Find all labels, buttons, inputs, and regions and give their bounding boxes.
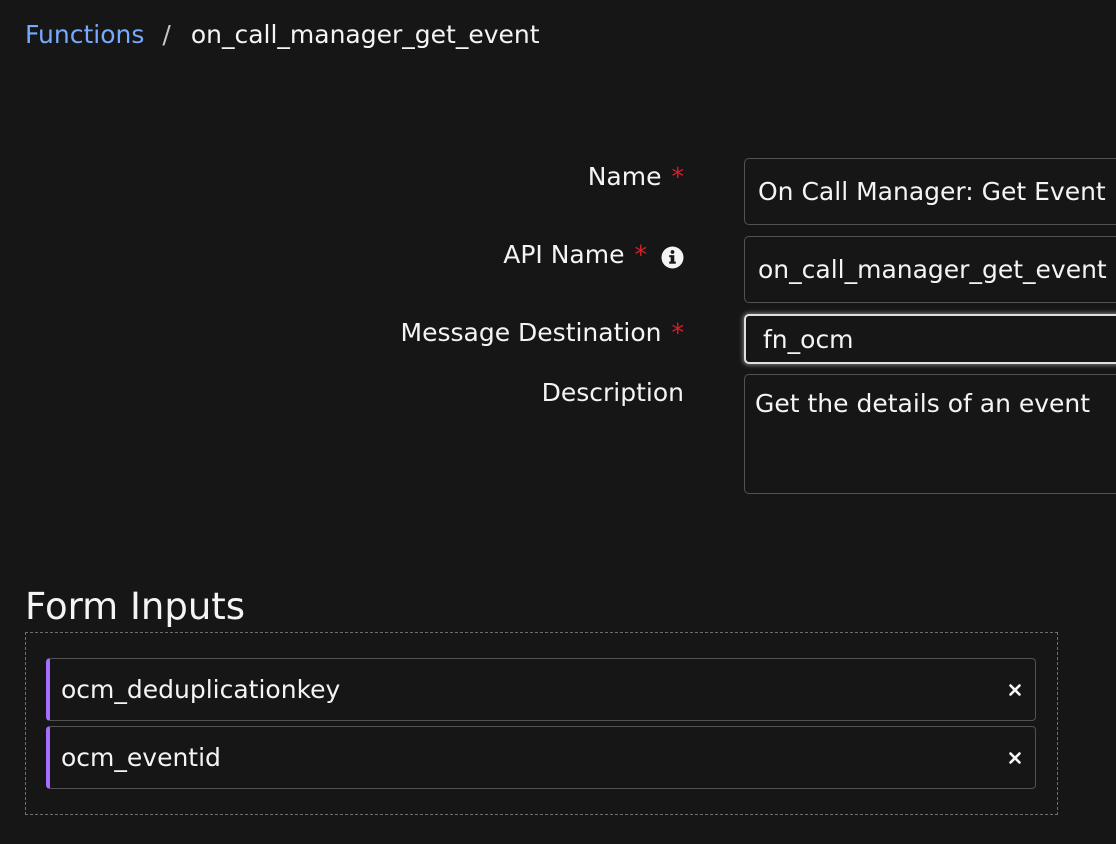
api-name-label-text: API Name bbox=[503, 240, 625, 269]
form-inputs-title: Form Inputs bbox=[25, 585, 246, 628]
breadcrumb: Functions / on_call_manager_get_event bbox=[25, 18, 540, 52]
breadcrumb-separator: / bbox=[162, 20, 171, 49]
description-value: Get the details of an event bbox=[755, 389, 1091, 418]
name-label: Name * bbox=[588, 160, 684, 194]
info-icon[interactable] bbox=[661, 244, 684, 268]
form-input-label: ocm_eventid bbox=[61, 743, 221, 772]
name-required-mark: * bbox=[671, 162, 685, 191]
api-name-input-value: on_call_manager_get_event bbox=[758, 255, 1107, 284]
breadcrumb-current: on_call_manager_get_event bbox=[190, 20, 540, 49]
name-input-value: On Call Manager: Get Event bbox=[758, 177, 1106, 206]
message-destination-value: fn_ocm bbox=[763, 324, 854, 354]
description-label-text: Description bbox=[541, 378, 684, 407]
name-label-text: Name bbox=[587, 162, 662, 191]
close-icon[interactable] bbox=[1005, 748, 1025, 768]
message-destination-required-mark: * bbox=[671, 318, 685, 347]
message-destination-label: Message Destination * bbox=[401, 316, 684, 350]
form-input-item[interactable]: ocm_deduplicationkey bbox=[46, 658, 1036, 721]
api-name-label: API Name * bbox=[503, 238, 684, 272]
description-textarea[interactable]: Get the details of an event bbox=[744, 374, 1116, 494]
description-label: Description bbox=[542, 376, 684, 410]
message-destination-select[interactable]: fn_ocm bbox=[744, 314, 1116, 364]
api-name-required-mark: * bbox=[634, 240, 648, 269]
function-editor-page: Functions / on_call_manager_get_event Name… bbox=[0, 0, 1116, 844]
breadcrumb-functions-link[interactable]: Functions bbox=[25, 20, 144, 49]
name-input[interactable]: On Call Manager: Get Event bbox=[744, 158, 1116, 225]
form-input-item[interactable]: ocm_eventid bbox=[46, 726, 1036, 789]
form-input-label: ocm_deduplicationkey bbox=[61, 675, 341, 704]
message-destination-label-text: Message Destination bbox=[400, 318, 662, 347]
api-name-input[interactable]: on_call_manager_get_event bbox=[744, 236, 1116, 303]
close-icon[interactable] bbox=[1005, 680, 1025, 700]
